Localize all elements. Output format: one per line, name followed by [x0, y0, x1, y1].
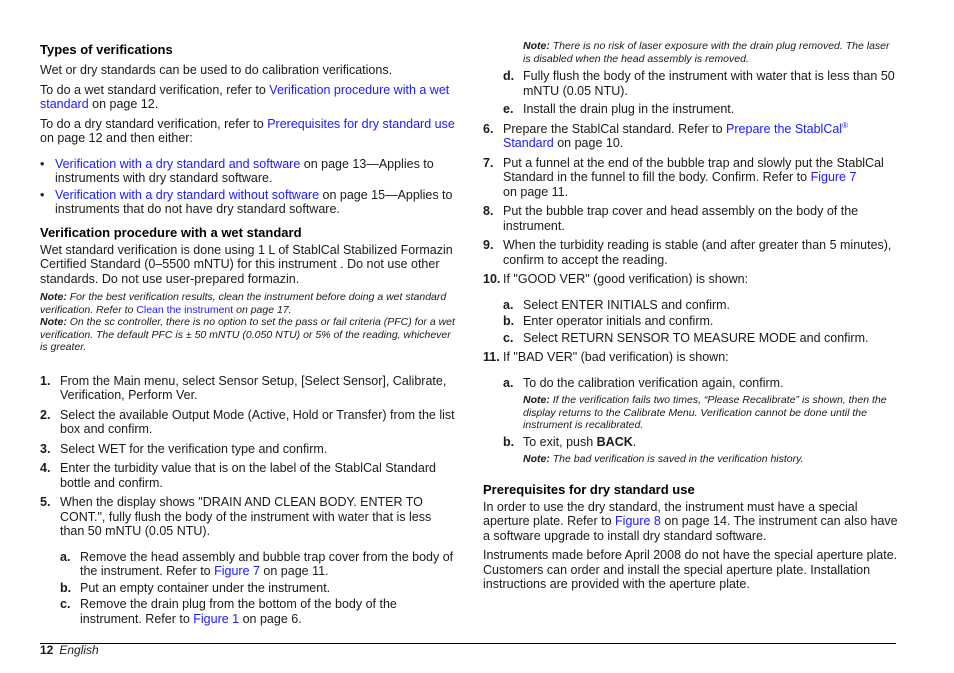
list-item: • Verification with a dry standard witho…: [40, 187, 453, 217]
page-number: 12: [40, 643, 54, 657]
note-pfc: Note: On the sc controller, there is no …: [40, 316, 455, 353]
footer-language: English: [59, 643, 99, 657]
step-10-substeps: a. Select ENTER INITIALS and confirm. b.…: [483, 298, 898, 346]
step-9: 9. When the turbidity reading is stable …: [483, 238, 892, 267]
note-recalibrate: Note: If the verification fails two time…: [523, 394, 887, 431]
wet-intro-paragraph: Wet standard verification is done using …: [40, 242, 453, 286]
link-clean-instrument[interactable]: Clean the instrument: [136, 304, 233, 316]
bullet-icon: •: [40, 156, 45, 171]
substep-11b: b. To exit, push BACK.: [503, 434, 637, 449]
step-7: 7. Put a funnel at the end of the bubble…: [483, 155, 884, 199]
substep-5d: d. Fully flush the body of the instrumen…: [503, 69, 895, 98]
substep-5b: b. Put an empty container under the inst…: [60, 580, 331, 595]
step-5: 5. When the display shows "DRAIN AND CLE…: [40, 495, 432, 538]
substep-10c: c. Select RETURN SENSOR TO MEASURE MODE …: [503, 330, 869, 345]
left-column: Types of verifications Wet or dry standa…: [40, 40, 455, 626]
substep-5c: c. Remove the drain plug from the bottom…: [60, 597, 397, 626]
types-paragraph-2: To do a wet standard verification, refer…: [40, 82, 450, 112]
bullet-icon: •: [40, 187, 45, 202]
dry-verification-options-list: • Verification with a dry standard and s…: [40, 157, 455, 217]
link-dry-standard-without-software[interactable]: Verification with a dry standard without…: [55, 188, 319, 202]
step-4: 4. Enter the turbidity value that is on …: [40, 461, 436, 490]
step-8: 8. Put the bubble trap cover and head as…: [483, 204, 859, 233]
note-verification-history: Note: The bad verification is saved in t…: [523, 453, 804, 465]
back-key-label: BACK: [596, 434, 633, 449]
wet-steps-list: 1. From the Main menu, select Sensor Set…: [40, 374, 455, 627]
types-paragraph-1: Wet or dry standards can be used to do c…: [40, 63, 393, 77]
list-item: • Verification with a dry standard and s…: [40, 156, 434, 186]
page-footer: 12 English: [40, 643, 99, 657]
link-figure-7-step-7[interactable]: Figure 7: [811, 170, 857, 184]
link-figure-7[interactable]: Figure 7: [214, 564, 260, 578]
step-6: 6. Prepare the StablCal standard. Refer …: [483, 120, 848, 150]
link-prerequisites-dry-standard[interactable]: Prerequisites for dry standard use: [267, 117, 455, 131]
substep-5a: a. Remove the head assembly and bubble t…: [60, 549, 454, 579]
step-3: 3. Select WET for the verification type …: [40, 441, 328, 456]
heading-wet-standard-procedure: Verification procedure with a wet standa…: [40, 224, 302, 240]
substep-10a: a. Select ENTER INITIALS and confirm.: [503, 297, 731, 312]
step-2: 2. Select the available Output Mode (Act…: [40, 407, 455, 437]
link-figure-8[interactable]: Figure 8: [615, 514, 661, 528]
prereq-paragraph-1: In order to use the dry standard, the in…: [483, 499, 898, 543]
step-11: 11. If "BAD VER" (bad verification) is s…: [483, 350, 729, 364]
link-figure-1[interactable]: Figure 1: [193, 612, 239, 626]
step-10: 10. If "GOOD VER" (good verification) is…: [483, 272, 749, 286]
right-column: Note: There is no risk of laser exposure…: [483, 40, 898, 592]
step-1: 1. From the Main menu, select Sensor Set…: [40, 373, 447, 403]
substep-10b: b. Enter operator initials and confirm.: [503, 314, 714, 328]
note-laser-exposure: Note: There is no risk of laser exposure…: [523, 40, 890, 65]
substep-5e: e. Install the drain plug in the instrum…: [503, 102, 735, 116]
heading-types-of-verifications: Types of verifications: [40, 42, 173, 57]
substep-11a: a. To do the calibration verification ag…: [503, 375, 784, 390]
heading-prerequisites-dry-standard: Prerequisites for dry standard use: [483, 481, 695, 497]
types-paragraph-3: To do a dry standard verification, refer…: [40, 116, 455, 146]
link-dry-standard-with-software[interactable]: Verification with a dry standard and sof…: [55, 157, 300, 171]
prereq-paragraph-2: Instruments made before April 2008 do no…: [483, 548, 898, 591]
note-clean-instrument: Note: For the best verification results,…: [40, 291, 447, 316]
step-5-substeps: a. Remove the head assembly and bubble t…: [40, 550, 455, 627]
footer-divider: [40, 643, 896, 644]
